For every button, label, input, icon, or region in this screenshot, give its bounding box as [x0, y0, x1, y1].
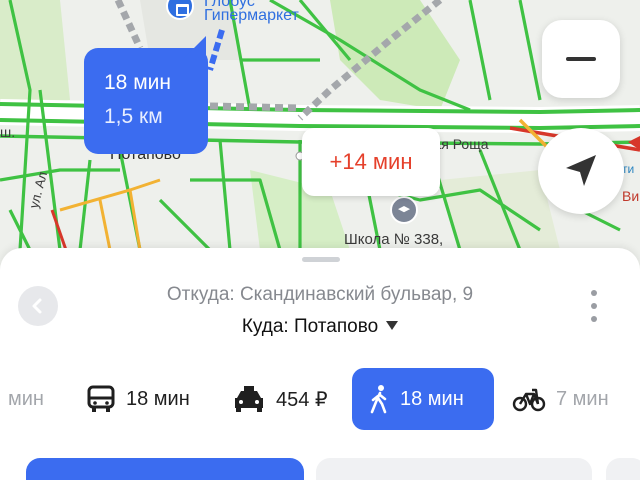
sheet-drag-handle[interactable] [302, 257, 340, 262]
poi-label: Ви [622, 188, 640, 204]
mode-tab-label: 18 мин [400, 387, 464, 410]
mode-tab-walk[interactable]: 18 мин [352, 368, 494, 430]
tertiary-action-button[interactable] [606, 458, 640, 480]
route-info-bubble[interactable]: 18 мин 1,5 км [84, 48, 208, 154]
mode-tab-label: мин [8, 387, 44, 410]
route-to-label: Куда: Потапово [241, 316, 379, 337]
poi-store-type[interactable]: Гипермаркет [204, 8, 299, 24]
mode-tab-label: 7 мин [556, 387, 609, 410]
navigation-arrow-icon [566, 155, 596, 186]
street-label: ш. [0, 124, 16, 140]
bus-icon [87, 385, 115, 412]
mode-tab-taxi[interactable]: 454 ₽ [232, 367, 328, 431]
mode-tab-label: 18 мин [126, 387, 190, 410]
caret-down-icon [386, 321, 399, 330]
poi-school-name[interactable]: Школа № 338, [344, 231, 443, 248]
alternative-route-delta: +14 мин [329, 149, 413, 174]
transport-mode-tabs: мин 18 мин 454 ₽ 18 мин 7 мин [0, 367, 640, 431]
route-bottom-sheet: Откуда: Скандинавский бульвар, 9 Куда: П… [0, 248, 640, 480]
route-from[interactable]: Откуда: Скандинавский бульвар, 9 [0, 284, 640, 306]
school-icon[interactable] [390, 196, 418, 224]
secondary-action-button[interactable] [316, 458, 592, 480]
mode-tab-car[interactable]: мин [8, 367, 44, 431]
my-location-button[interactable] [538, 128, 624, 214]
route-time: 18 мин [104, 71, 171, 94]
start-route-button[interactable] [26, 458, 304, 480]
zoom-out-button[interactable] [542, 20, 620, 98]
mode-tab-label: 454 ₽ [276, 388, 328, 411]
bicycle-icon [512, 388, 546, 412]
mode-tab-transit[interactable]: 18 мин [86, 367, 190, 431]
route-distance: 1,5 км [104, 105, 163, 128]
route-to[interactable]: Куда: Потапово [0, 316, 640, 338]
more-options-button[interactable] [584, 288, 604, 324]
pedestrian-icon [370, 385, 387, 414]
taxi-icon [235, 386, 263, 412]
mode-tab-bike[interactable]: 7 мин [512, 367, 609, 431]
alternative-route-bubble[interactable]: +14 мин [302, 128, 440, 196]
maps-app: Глобус Гипермаркет ш. Потапово ская Роща… [0, 0, 640, 480]
